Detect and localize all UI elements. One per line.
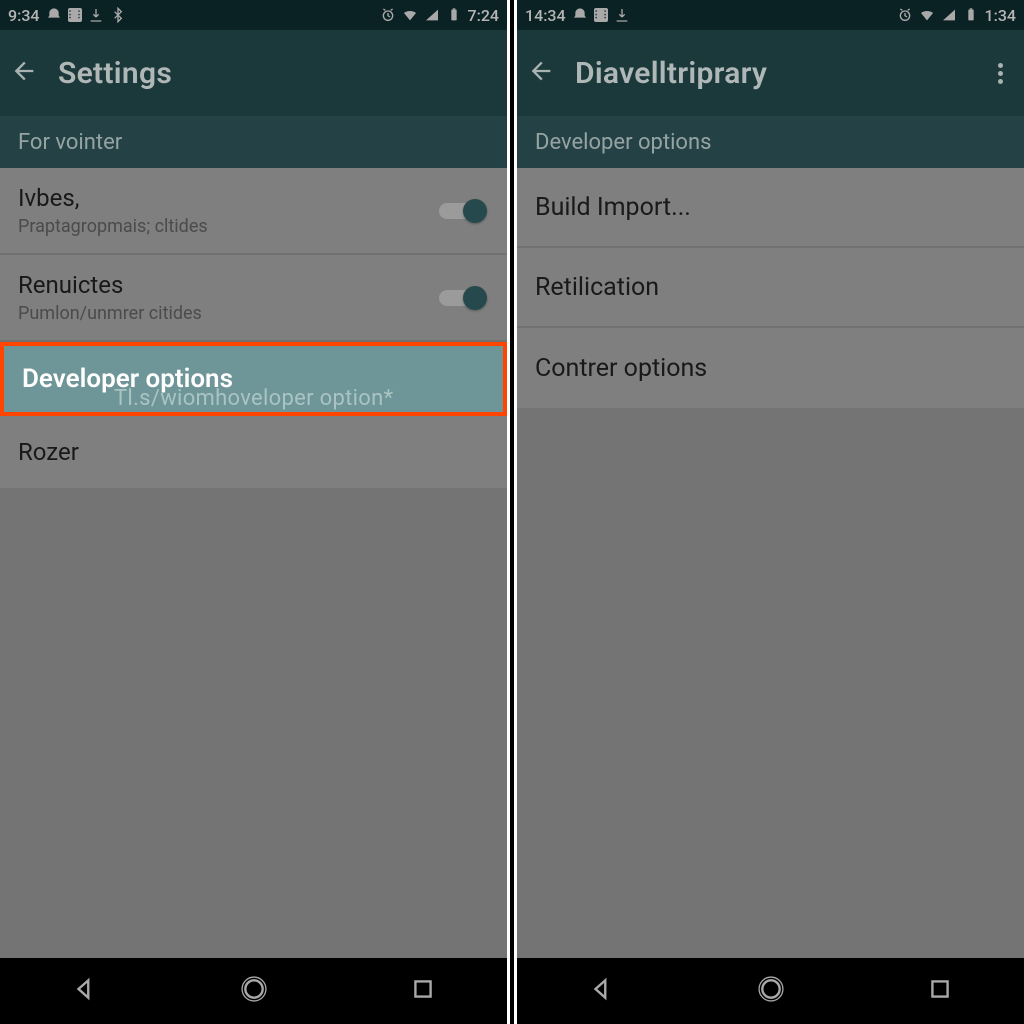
status-time-right: 7:24: [468, 6, 500, 25]
bluetooth-icon: [110, 7, 126, 23]
empty-area: [517, 460, 1024, 958]
developer-options-list: Build Import... Retilication Contrer opt…: [517, 168, 1024, 408]
row-title: Ivbes,: [18, 184, 487, 212]
alarm-icon: [380, 7, 396, 23]
section-header-label: Developer options: [535, 130, 711, 155]
cell-signal-icon: [941, 7, 957, 23]
status-bar: 14:34 ⋮⋮ 1:34: [517, 0, 1024, 30]
dev-row-retilication[interactable]: Retilication: [517, 248, 1024, 328]
status-time-left: 14:34: [525, 6, 566, 25]
app-bar: Settings: [0, 30, 507, 116]
section-header: For vointer: [0, 116, 507, 168]
download-icon: [88, 7, 104, 23]
nav-home-icon[interactable]: [241, 976, 267, 1006]
toggle-switch[interactable]: [439, 287, 485, 309]
cell-signal-icon: [424, 7, 440, 23]
overflow-menu-icon[interactable]: [986, 60, 1014, 87]
wifi-icon: [919, 7, 935, 23]
settings-row-renuictes[interactable]: Renuictes Pumlon/unmrer citides: [0, 255, 507, 342]
page-title: Settings: [58, 56, 172, 91]
notification-icon: [46, 7, 62, 23]
nav-home-icon[interactable]: [758, 976, 784, 1006]
row-subtitle: Praptagropmais; cltides: [18, 216, 487, 237]
toggle-switch[interactable]: [439, 200, 485, 222]
download-icon: [614, 7, 630, 23]
status-time-left: 9:34: [8, 6, 40, 25]
empty-area: [0, 540, 507, 958]
row-subtitle: Pumlon/unmrer citides: [18, 303, 487, 324]
row-title: Retilication: [535, 273, 1004, 302]
status-time-right: 1:34: [985, 6, 1017, 25]
phone-screen-developer: 14:34 ⋮⋮ 1:34 Diavelltriprary Developer …: [514, 0, 1024, 1024]
settings-row-ivbes[interactable]: Ivbes, Praptagropmais; cltides: [0, 168, 507, 255]
nav-recents-icon[interactable]: [927, 976, 953, 1006]
page-title: Diavelltriprary: [575, 56, 767, 91]
nav-recents-icon[interactable]: [410, 976, 436, 1006]
battery-icon: [963, 7, 979, 23]
navigation-bar: [517, 958, 1024, 1024]
dev-row-build-import[interactable]: Build Import...: [517, 168, 1024, 248]
notification-badge-icon: ⋮⋮: [594, 8, 608, 22]
row-ghost-text: Tl.s/wiomhoveloper option*: [114, 386, 393, 411]
battery-icon: [446, 7, 462, 23]
settings-list: Ivbes, Praptagropmais; cltides Renuictes…: [0, 168, 507, 488]
row-title: Rozer: [18, 438, 487, 466]
dev-row-contrer-options[interactable]: Contrer options: [517, 328, 1024, 408]
section-header: Developer options: [517, 116, 1024, 168]
navigation-bar: [0, 958, 507, 1024]
back-arrow-icon[interactable]: [10, 57, 38, 89]
section-header-label: For vointer: [18, 130, 122, 155]
wifi-icon: [402, 7, 418, 23]
settings-row-developer-options[interactable]: Developer options Tl.s/wiomhoveloper opt…: [0, 342, 507, 416]
status-bar: 9:34 ⋮⋮ 7:24: [0, 0, 507, 30]
notification-icon: [572, 7, 588, 23]
back-arrow-icon[interactable]: [527, 57, 555, 89]
nav-back-icon[interactable]: [72, 976, 98, 1006]
row-title: Build Import...: [535, 193, 1004, 222]
row-title: Contrer options: [535, 354, 1004, 383]
nav-back-icon[interactable]: [589, 976, 615, 1006]
app-bar: Diavelltriprary: [517, 30, 1024, 116]
alarm-icon: [897, 7, 913, 23]
row-title: Renuictes: [18, 271, 487, 299]
phone-screen-settings: 9:34 ⋮⋮ 7:24 Settings For vointer: [0, 0, 510, 1024]
notification-badge-icon: ⋮⋮: [68, 8, 82, 22]
settings-row-rozer[interactable]: Rozer: [0, 416, 507, 488]
